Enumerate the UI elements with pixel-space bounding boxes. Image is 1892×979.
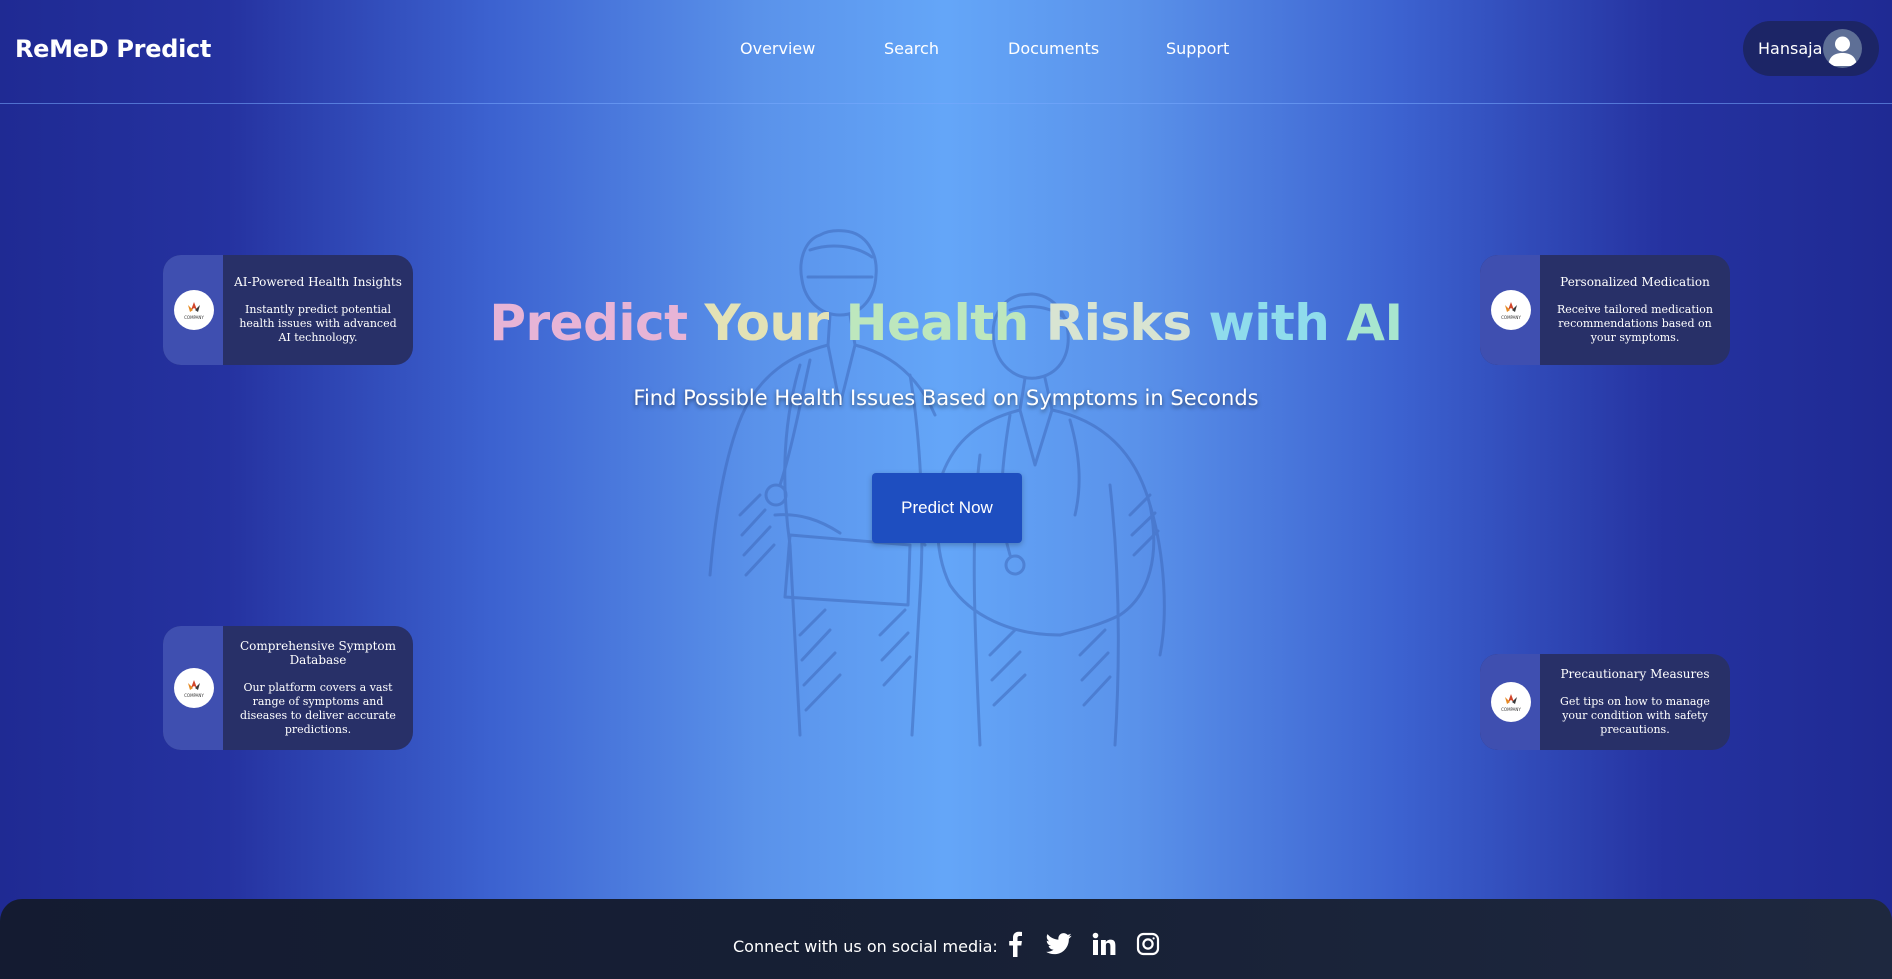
nav-search[interactable]: Search (884, 39, 939, 58)
feature-card-precautions: COMPANY Precautionary Measures Get tips … (1480, 654, 1730, 750)
hero-title-word: with (1208, 294, 1330, 352)
top-navbar: ReMeD Predict Overview Search Documents … (0, 0, 1892, 104)
company-logo-icon: COMPANY (174, 668, 214, 708)
company-logo-icon: COMPANY (1491, 682, 1531, 722)
feature-card-symptom-database: COMPANY Comprehensive Symptom Database O… (163, 626, 413, 750)
nav-documents[interactable]: Documents (1008, 39, 1099, 58)
hero-title-word: AI (1346, 294, 1403, 352)
footer: Connect with us on social media: (0, 899, 1892, 979)
svg-text:COMPANY: COMPANY (1501, 315, 1521, 320)
instagram-icon[interactable] (1134, 930, 1162, 958)
feature-title: Personalized Medication (1560, 275, 1710, 289)
hero-title-word: Predict (489, 294, 688, 352)
company-logo-icon: COMPANY (174, 290, 214, 330)
facebook-icon[interactable] (1001, 930, 1029, 958)
hero-title-word: Risks (1045, 294, 1192, 352)
feature-description: Instantly predict potential health issue… (239, 303, 397, 344)
user-avatar-icon[interactable] (1823, 29, 1862, 68)
feature-description: Our platform covers a vast range of symp… (240, 681, 396, 736)
main-nav: Overview Search Documents Support (0, 39, 1892, 61)
svg-text:COMPANY: COMPANY (1501, 707, 1521, 712)
feature-title: Comprehensive Symptom Database (239, 639, 397, 667)
company-logo-icon: COMPANY (1491, 290, 1531, 330)
svg-text:COMPANY: COMPANY (184, 693, 204, 698)
hero-title-word: Your (704, 294, 829, 352)
feature-card-ai-insights: COMPANY AI-Powered Health Insights Insta… (163, 255, 413, 365)
user-menu[interactable]: Hansaja (1743, 21, 1879, 76)
twitter-icon[interactable] (1045, 930, 1073, 958)
user-name: Hansaja (1758, 39, 1823, 58)
footer-social-text: Connect with us on social media: (733, 937, 998, 956)
nav-overview[interactable]: Overview (740, 39, 815, 58)
feature-title: Precautionary Measures (1560, 667, 1710, 681)
feature-card-medication: COMPANY Personalized Medication Receive … (1480, 255, 1730, 365)
feature-description: Receive tailored medication recommendati… (1556, 303, 1713, 344)
feature-title: AI-Powered Health Insights (234, 275, 402, 289)
linkedin-icon[interactable] (1090, 930, 1118, 958)
feature-description: Get tips on how to manage your condition… (1560, 695, 1710, 736)
hero-subtitle: Find Possible Health Issues Based on Sym… (633, 386, 1259, 410)
svg-text:COMPANY: COMPANY (184, 315, 204, 320)
nav-support[interactable]: Support (1166, 39, 1229, 58)
predict-now-button[interactable]: Predict Now (872, 473, 1022, 543)
hero-title-word: Health (845, 294, 1030, 352)
